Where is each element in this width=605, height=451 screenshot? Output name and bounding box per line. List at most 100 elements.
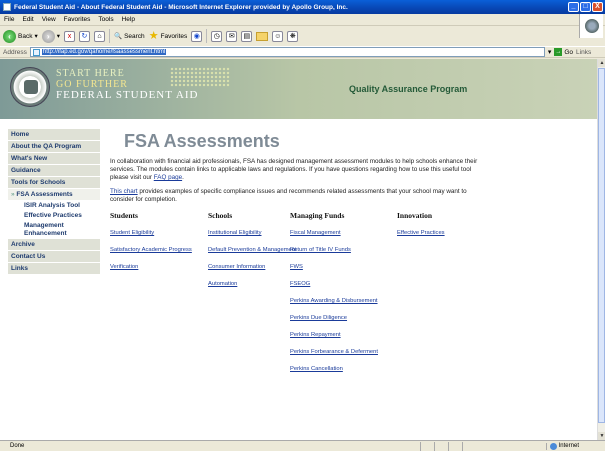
assessment-link[interactable]: Perkins Repayment [290, 332, 380, 339]
scroll-thumb[interactable] [598, 68, 605, 423]
vertical-scrollbar[interactable]: ▲ ▼ [597, 59, 605, 440]
column-heading: Schools [208, 211, 233, 220]
print-icon[interactable]: ▤ [241, 30, 253, 42]
assessment-link[interactable]: Fiscal Management [290, 230, 380, 237]
links-button[interactable]: Links [576, 49, 591, 56]
site-header: START HERE GO FURTHER FEDERAL STUDENT AI… [0, 59, 597, 119]
star-icon: ★ [148, 29, 159, 42]
history-icon[interactable]: ◷ [211, 30, 223, 42]
assessment-link[interactable]: Perkins Forbearance & Deferment [290, 349, 380, 356]
address-label: Address [3, 48, 27, 56]
go-button[interactable]: → Go [554, 48, 573, 56]
toolbar-separator [108, 29, 110, 43]
assessment-link[interactable]: Automation [208, 281, 298, 288]
ie-window-icon[interactable] [3, 3, 11, 11]
refresh-icon[interactable]: ↻ [78, 30, 90, 42]
back-label: Back [18, 32, 33, 40]
column-schools: Schools Institutional Eligibility Defaul… [208, 211, 298, 298]
menu-favorites[interactable]: Favorites [64, 16, 91, 23]
column-managing-funds: Managing Funds Fiscal Management Return … [290, 211, 380, 383]
page-viewport: START HERE GO FURTHER FEDERAL STUDENT AI… [0, 59, 597, 440]
menu-view[interactable]: View [42, 16, 56, 23]
sidebar-item-links[interactable]: Links [8, 263, 100, 275]
close-button[interactable]: X [592, 2, 603, 12]
sidebar-item-contact[interactable]: Contact Us [8, 251, 100, 263]
sidebar-item-guidance[interactable]: Guidance [8, 165, 100, 177]
window-title: Federal Student Aid - About Federal Stud… [14, 3, 348, 11]
menu-file[interactable]: File [4, 16, 14, 23]
address-input[interactable]: http://ifap.ed.gov/qahome/fsaassessment.… [29, 47, 545, 57]
messenger-icon[interactable]: ☺ [272, 30, 284, 42]
status-text: Done [10, 443, 25, 449]
chevron-down-icon: ▾ [56, 33, 60, 40]
status-cell [462, 441, 476, 451]
intro-end: . [182, 174, 184, 181]
assessment-link[interactable]: Return of Title IV Funds [290, 247, 380, 254]
globe-icon [549, 442, 557, 450]
home-icon[interactable]: ⌂ [93, 30, 105, 42]
stop-icon[interactable]: x [63, 30, 75, 42]
back-arrow-icon: ‹ [3, 29, 16, 43]
sidebar-nav: Home About the QA Program What's New Gui… [8, 129, 100, 429]
sidebar-item-about[interactable]: About the QA Program [8, 141, 100, 153]
favorites-button[interactable]: ★ Favorites [148, 29, 188, 42]
page-icon [32, 48, 40, 56]
chart-text: provides examples of specific compliance… [110, 188, 467, 203]
back-button[interactable]: ‹ Back ▾ [3, 29, 38, 43]
program-title: Quality Assurance Program [349, 84, 468, 94]
go-arrow-icon: → [554, 48, 563, 56]
search-icon: 🔍 [113, 33, 123, 40]
research-icon[interactable]: ❋ [287, 30, 299, 42]
chevron-down-icon: ▾ [34, 33, 38, 40]
sidebar-item-effective-practices[interactable]: Effective Practices [8, 211, 100, 221]
column-heading: Innovation [397, 211, 433, 220]
faq-link[interactable]: FAQ page [154, 174, 182, 181]
assessment-link[interactable]: Consumer Information [208, 264, 298, 271]
sidebar-item-tools[interactable]: Tools for Schools [8, 177, 100, 189]
main-content: FSA Assessments In collaboration with fi… [110, 131, 490, 372]
maximize-button[interactable]: □ [580, 2, 591, 12]
assessment-link[interactable]: Effective Practices [397, 230, 487, 237]
status-cell [448, 441, 462, 451]
sidebar-item-isir[interactable]: ISIR Analysis Tool [8, 201, 100, 211]
menu-bar: File Edit View Favorites Tools Help [0, 14, 605, 26]
address-url: http://ifap.ed.gov/qahome/fsaassessment.… [41, 49, 167, 55]
minimize-button[interactable]: _ [568, 2, 579, 12]
assessment-link[interactable]: Perkins Due Diligence [290, 315, 380, 322]
menu-help[interactable]: Help [122, 16, 135, 23]
scroll-down-icon[interactable]: ▼ [598, 432, 605, 440]
scroll-up-icon[interactable]: ▲ [598, 59, 605, 67]
forward-button[interactable]: › ▾ [41, 29, 60, 43]
assessment-link[interactable]: Student Eligibility [110, 230, 200, 237]
chart-link[interactable]: This chart [110, 188, 138, 195]
assessment-link[interactable]: Institutional Eligibility [208, 230, 298, 237]
media-icon[interactable]: ◉ [191, 30, 203, 42]
menu-edit[interactable]: Edit [22, 16, 33, 23]
search-button[interactable]: 🔍 Search [113, 32, 145, 41]
sidebar-item-whats-new[interactable]: What's New [8, 153, 100, 165]
folder-icon[interactable] [256, 31, 269, 41]
sidebar-item-home[interactable]: Home [8, 129, 100, 141]
logo-line-3: FEDERAL STUDENT AID [56, 89, 199, 101]
assessment-link[interactable]: Default Prevention & Management [208, 247, 298, 254]
page-title: FSA Assessments [124, 131, 280, 151]
assessment-link[interactable]: FWS [290, 264, 380, 271]
go-label: Go [564, 48, 574, 56]
sidebar-item-archive[interactable]: Archive [8, 239, 100, 251]
favorites-label: Favorites [160, 32, 188, 40]
address-dropdown-icon[interactable]: ▾ [548, 48, 552, 56]
column-heading: Managing Funds [290, 211, 345, 220]
sidebar-item-fsa-assessments[interactable]: FSA Assessments [8, 189, 100, 201]
windows-logo-icon [579, 14, 603, 38]
assessment-link[interactable]: FSEOG [290, 281, 380, 288]
sidebar-item-management[interactable]: Management Enhancement [8, 221, 100, 239]
assessment-link[interactable]: Perkins Awarding & Disbursement [290, 298, 380, 305]
menu-tools[interactable]: Tools [98, 16, 113, 23]
column-innovation: Innovation Effective Practices [397, 211, 487, 247]
assessment-link[interactable]: Satisfactory Academic Progress [110, 247, 200, 254]
column-heading: Students [110, 211, 138, 220]
assessment-link[interactable]: Perkins Cancellation [290, 366, 380, 373]
mail-icon[interactable]: ✉ [226, 30, 238, 42]
assessment-link[interactable]: Verification [110, 264, 200, 271]
status-cell [434, 441, 448, 451]
